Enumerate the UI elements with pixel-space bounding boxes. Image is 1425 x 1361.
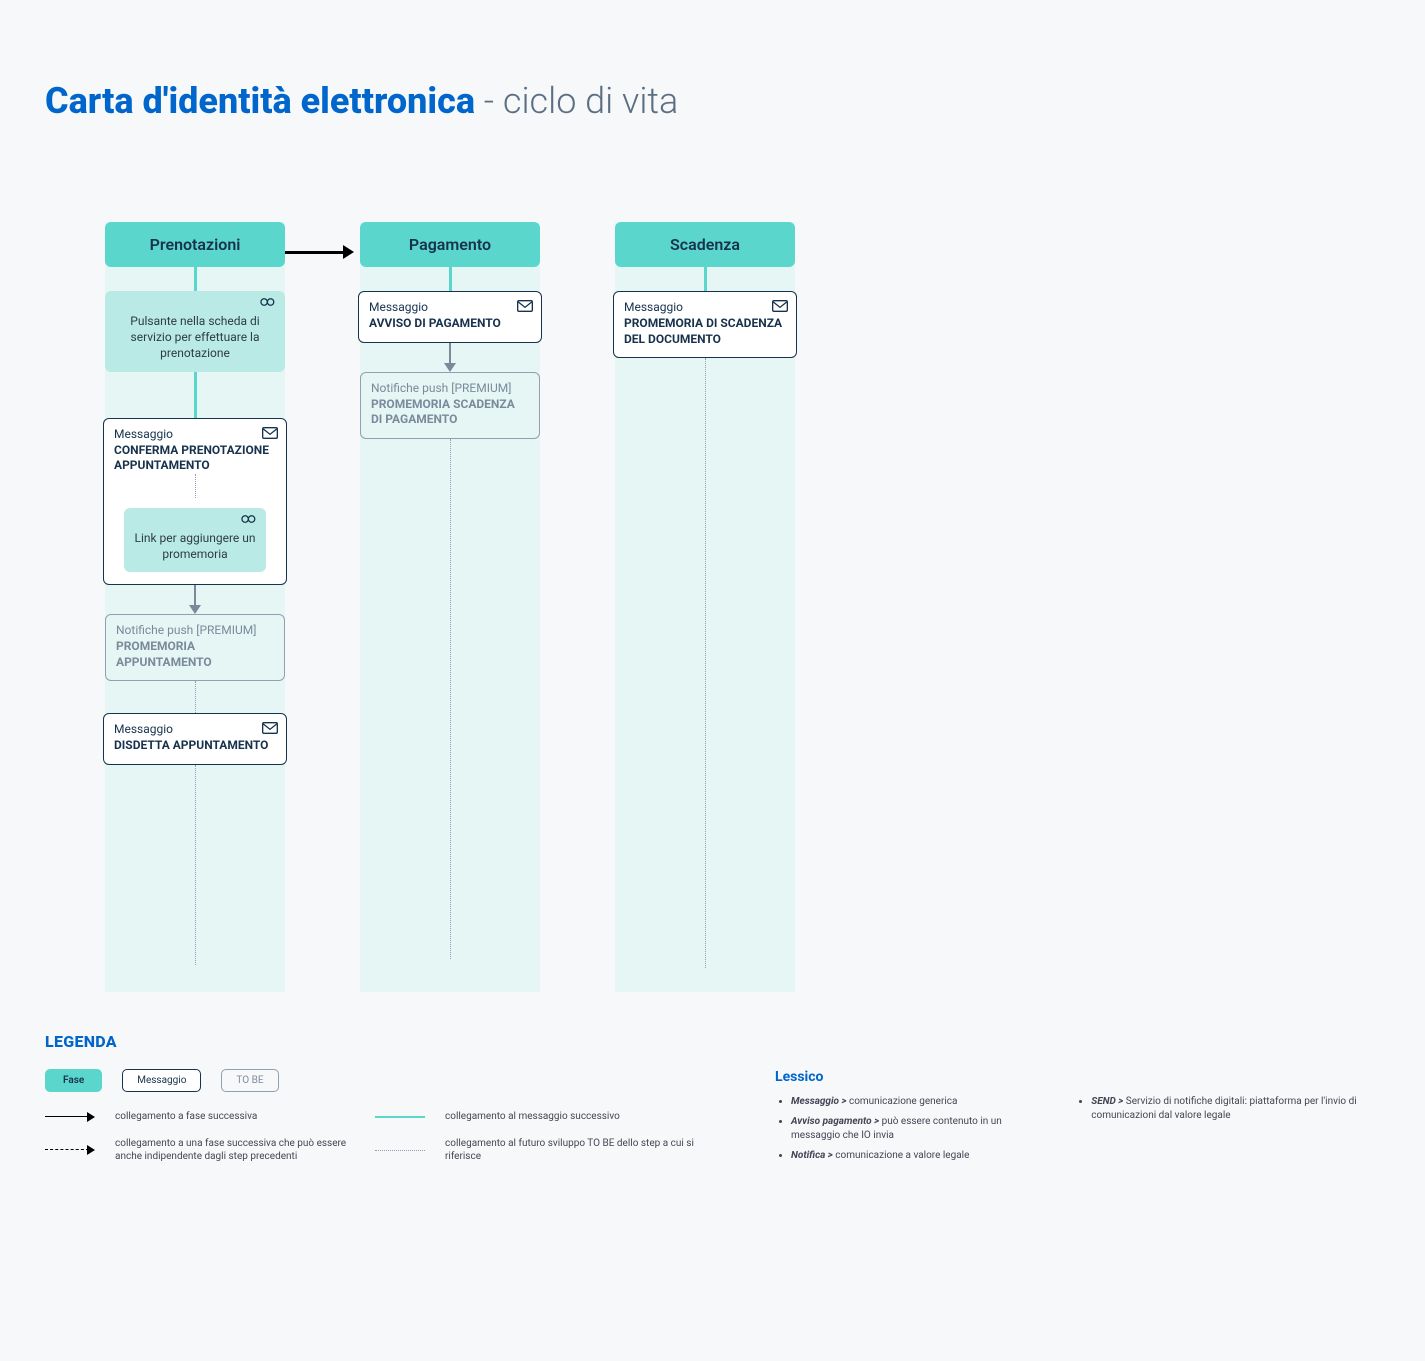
phase-columns: Prenotazioni Pulsante nella scheda di se… (105, 222, 1380, 992)
msg-avviso-pagamento: Messaggio AVVISO DI PAGAMENTO (358, 291, 542, 343)
mail-icon (262, 722, 278, 734)
msg-disdetta-appuntamento: Messaggio DISDETTA APPUNTAMENTO (103, 713, 287, 765)
chip-msg: Messaggio (122, 1069, 201, 1092)
legend-arrow-dash-text: collegamento a una fase successiva che p… (115, 1137, 365, 1163)
tobe-promemoria-appuntamento: Notifiche push [PREMIUM] PROMEMORIA APPU… (105, 614, 285, 681)
legend-line-teal-text: collegamento al messaggio successivo (445, 1110, 695, 1123)
mail-icon (517, 300, 533, 312)
column-pagamento: Pagamento Messaggio AVVISO DI PAGAMENTO … (360, 222, 540, 992)
msg-title: AVVISO DI PAGAMENTO (369, 316, 531, 332)
chip-phase: Fase (45, 1069, 102, 1092)
msg-title: CONFERMA PRENOTAZIONE APPUNTAMENTO (114, 443, 276, 474)
msg-title: PROMEMORIA DI SCADENZA DEL DOCUMENTO (624, 316, 786, 347)
tobe-label: Notifiche push [PREMIUM] (116, 623, 274, 637)
connector-solid (194, 372, 197, 418)
column-prenotazioni: Prenotazioni Pulsante nella scheda di se… (105, 222, 285, 992)
connector-solid (194, 267, 197, 291)
nested-action-text: Link per aggiungere un promemoria (134, 530, 256, 562)
connector-dotted (195, 765, 196, 965)
connector-solid (704, 267, 707, 291)
title-light: - ciclo di vita (475, 80, 678, 122)
mail-icon (772, 300, 788, 312)
connector-dotted (195, 474, 196, 498)
msg-title: DISDETTA APPUNTAMENTO (114, 738, 276, 754)
connector-dotted (705, 358, 706, 968)
tobe-title: PROMEMORIA APPUNTAMENTO (116, 639, 274, 670)
msg-conferma-prenotazione: Messaggio CONFERMA PRENOTAZIONE APPUNTAM… (103, 418, 287, 586)
lessico-list-left: Messaggio > comunicazione generica Avvis… (775, 1095, 1015, 1169)
link-icon (259, 297, 277, 307)
lessico-list-right: SEND > Servizio di notifiche digitali: p… (1075, 1095, 1380, 1169)
action-prenotazione: Pulsante nella scheda di servizio per ef… (105, 291, 285, 372)
legend-line-dotted-text: collegamento al futuro sviluppo TO BE de… (445, 1137, 695, 1163)
mail-icon (262, 427, 278, 439)
phase-header-scadenza: Scadenza (615, 222, 795, 267)
lessico-item: Messaggio > comunicazione generica (791, 1095, 1015, 1109)
legend-chips: Fase Messaggio TO BE (45, 1069, 695, 1092)
legend-grid: collegamento a fase successiva collegame… (45, 1110, 695, 1163)
action-text: Pulsante nella scheda di servizio per ef… (115, 313, 275, 362)
chip-tobe: TO BE (221, 1069, 278, 1092)
legend-line-dotted-icon (375, 1150, 425, 1151)
legend-arrow-solid-icon (45, 1113, 105, 1121)
legend-arrow-solid-text: collegamento a fase successiva (115, 1110, 365, 1123)
msg-promemoria-scadenza: Messaggio PROMEMORIA DI SCADENZA DEL DOC… (613, 291, 797, 358)
legend: Fase Messaggio TO BE collegamento a fase… (45, 1069, 1380, 1169)
legend-left: Fase Messaggio TO BE collegamento a fase… (45, 1069, 695, 1169)
lessico-item: SEND > Servizio di notifiche digitali: p… (1091, 1095, 1380, 1123)
legend-arrow-dash-icon (45, 1146, 105, 1154)
column-scadenza: Scadenza Messaggio PROMEMORIA DI SCADENZ… (615, 222, 795, 992)
connector-solid (449, 267, 452, 291)
tobe-promemoria-pagamento: Notifiche push [PREMIUM] PROMEMORIA SCAD… (360, 372, 540, 439)
lessico-item: Notifica > comunicazione a valore legale (791, 1149, 1015, 1163)
arrow-to-pagamento (285, 242, 360, 262)
arrow-down (188, 585, 202, 614)
action-aggiungi-promemoria: Link per aggiungere un promemoria (124, 508, 266, 572)
legend-line-teal-icon (375, 1116, 425, 1118)
lessico: Lessico Messaggio > comunicazione generi… (775, 1069, 1380, 1169)
tobe-title: PROMEMORIA SCADENZA DI PAGAMENTO (371, 397, 529, 428)
msg-label: Messaggio (369, 300, 531, 314)
lessico-item: Avviso pagamento > può essere contenuto … (791, 1115, 1015, 1143)
msg-label: Messaggio (114, 722, 276, 736)
link-icon (240, 514, 258, 524)
connector-dotted (195, 681, 196, 713)
arrow-down (443, 343, 457, 372)
connector-dotted (450, 439, 451, 959)
phase-header-prenotazioni: Prenotazioni (105, 222, 285, 267)
phase-header-pagamento: Pagamento (360, 222, 540, 267)
title-strong: Carta d'identità elettronica (45, 80, 475, 122)
legend-title: LEGENDA (45, 1032, 1380, 1051)
tobe-label: Notifiche push [PREMIUM] (371, 381, 529, 395)
page-title: Carta d'identità elettronica - ciclo di … (45, 80, 1380, 122)
lessico-title: Lessico (775, 1069, 1380, 1085)
msg-label: Messaggio (114, 427, 276, 441)
msg-label: Messaggio (624, 300, 786, 314)
